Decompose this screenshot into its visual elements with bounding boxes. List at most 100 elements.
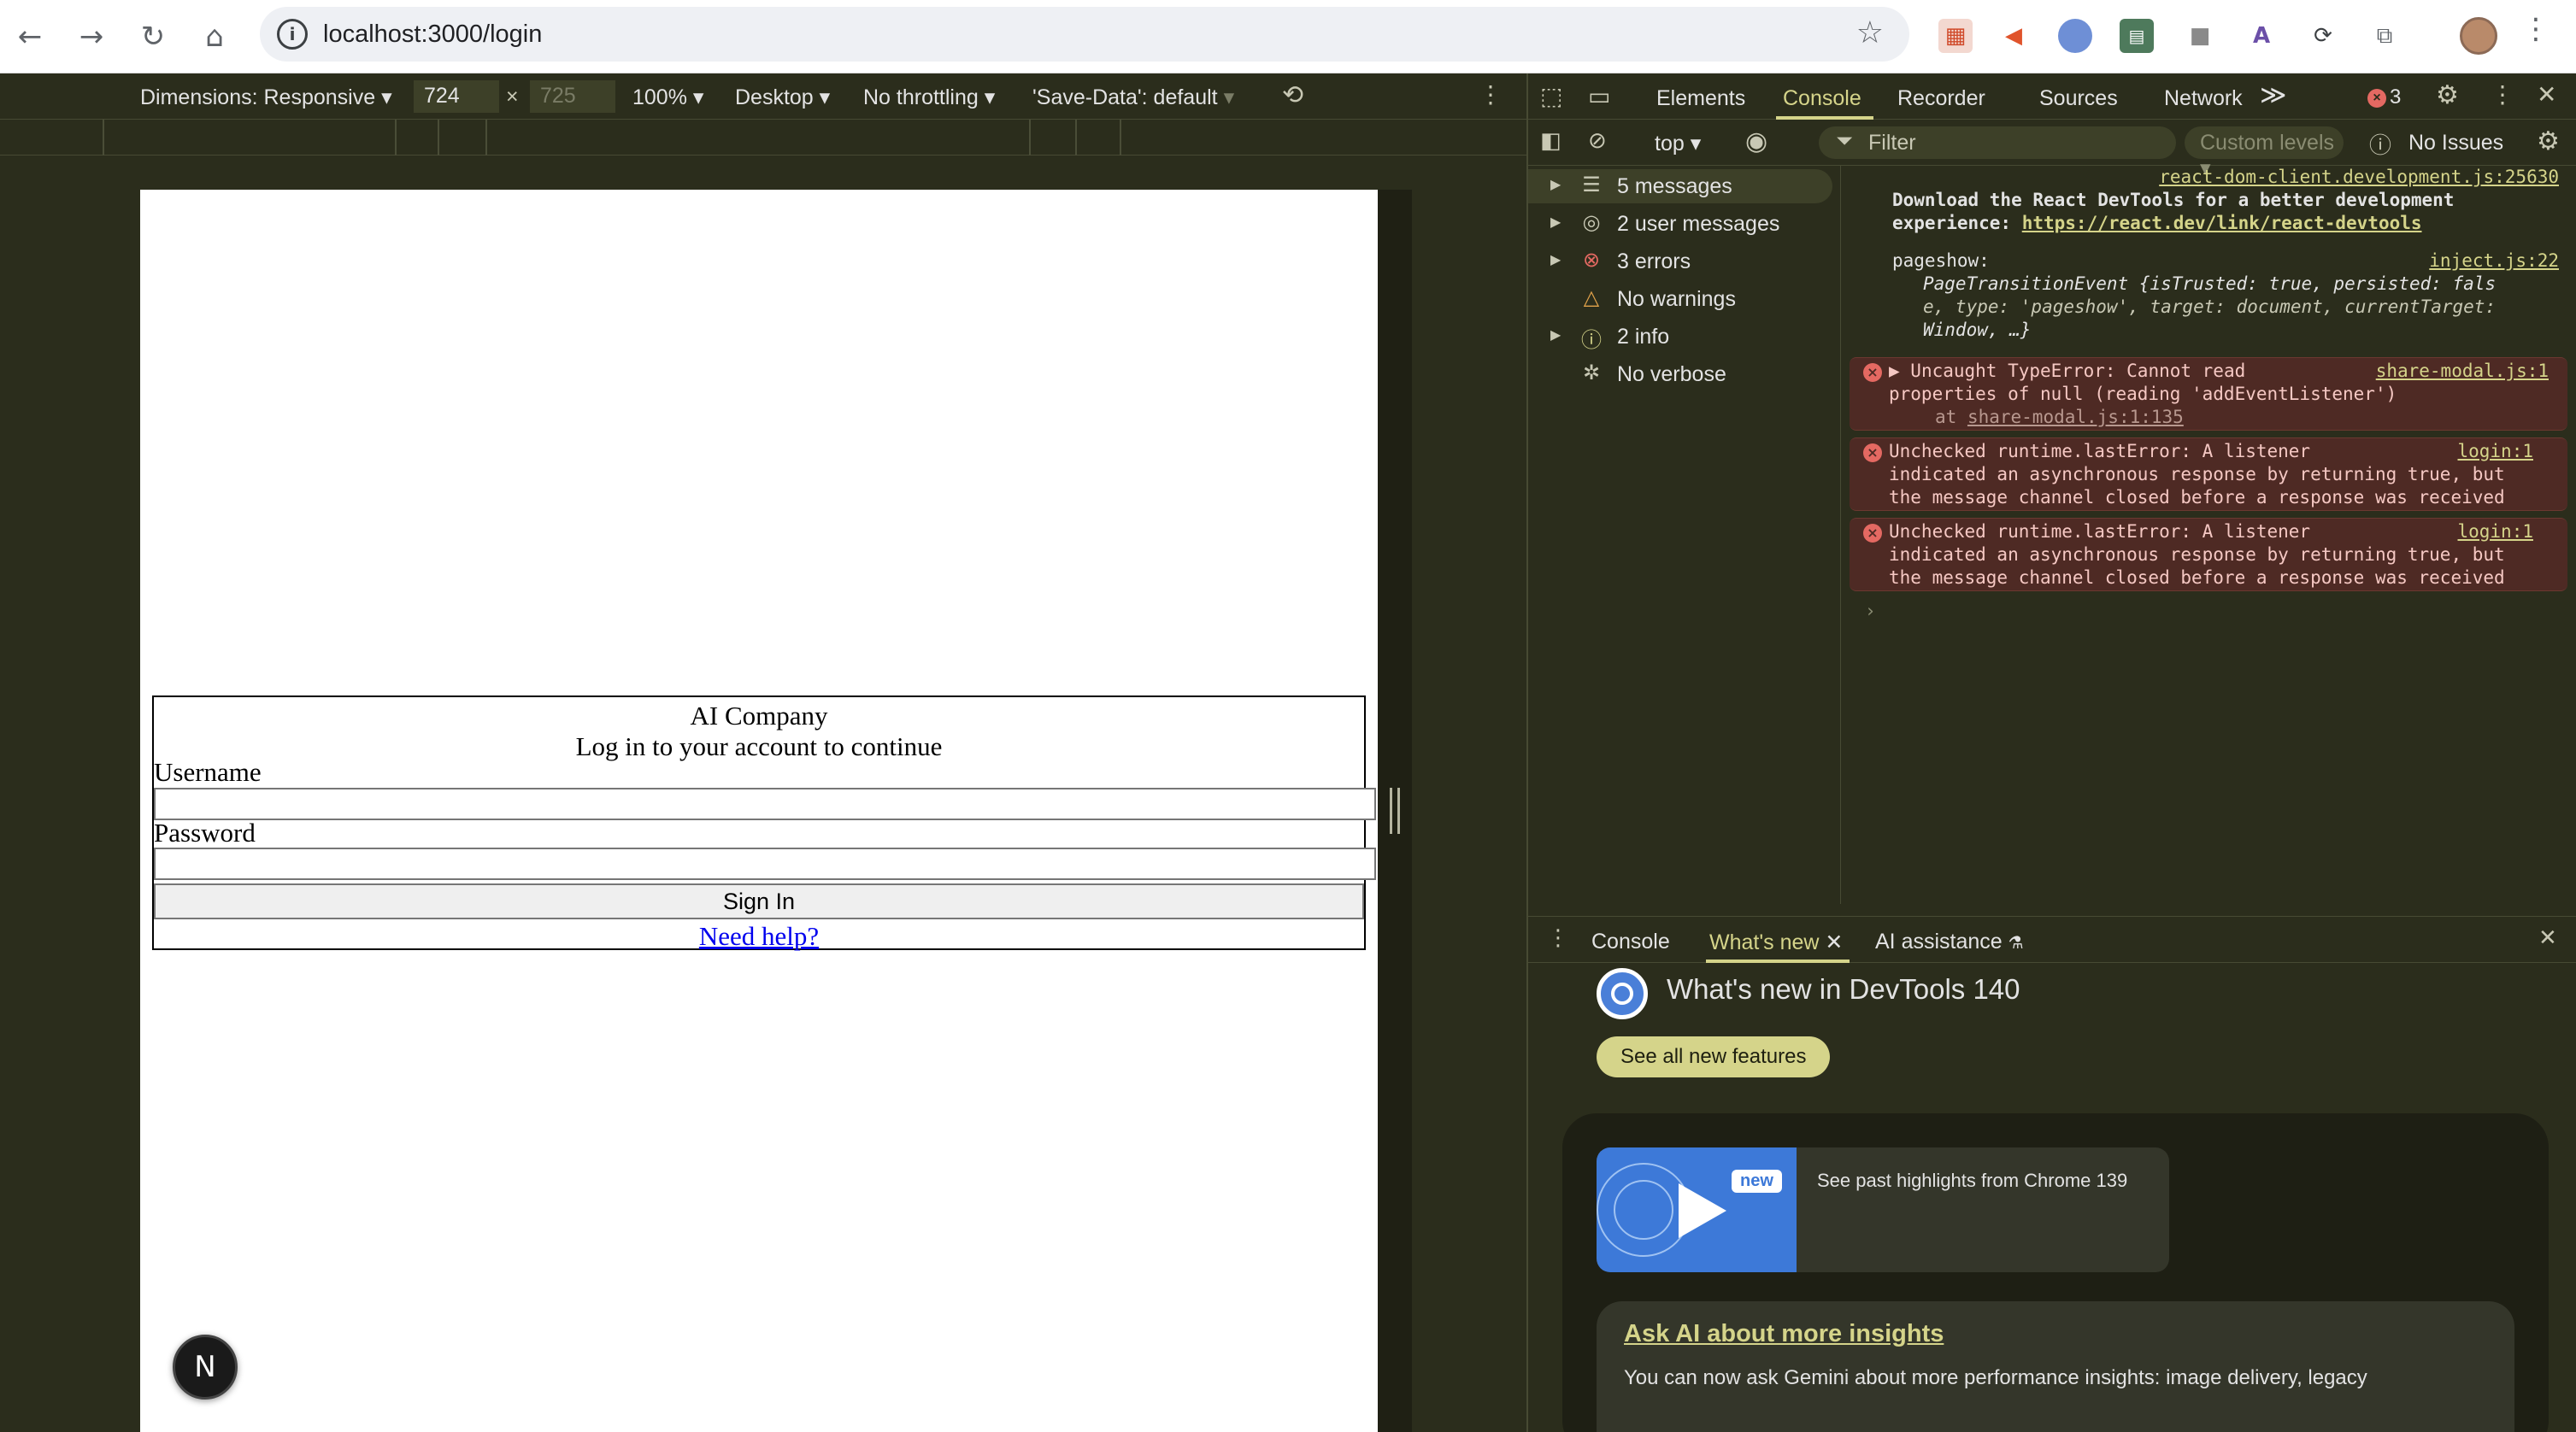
expand-caret-icon[interactable]: ▶ <box>1550 214 1561 230</box>
tab-recorder[interactable]: Recorder <box>1897 86 1985 111</box>
back-icon[interactable]: ← <box>9 15 51 58</box>
inspect-element-icon[interactable]: ⬚ <box>1540 82 1562 110</box>
height-input[interactable]: 725 <box>530 80 615 113</box>
address-bar[interactable]: i localhost:3000/login ☆ <box>260 7 1909 62</box>
site-info-icon[interactable]: i <box>277 19 308 50</box>
source-link[interactable]: share-modal.js:1 <box>2376 360 2549 383</box>
drawer-tab-console[interactable]: Console <box>1591 930 1670 954</box>
dimensions-dropdown[interactable]: Dimensions: Responsive ▾ <box>140 85 392 110</box>
log-levels-dropdown[interactable]: Custom levels ▾ <box>2185 126 2344 180</box>
sidebar-item-messages[interactable]: ▶ ☰ 5 messages <box>1528 169 1832 203</box>
ruler-tick[interactable] <box>1075 120 1077 156</box>
ask-ai-link[interactable]: Ask AI about more insights <box>1624 1320 1944 1348</box>
sidebar-item-user-messages[interactable]: ▶ ◎ 2 user messages <box>1528 207 1841 241</box>
tab-elements[interactable]: Elements <box>1656 86 1745 111</box>
message-object-line[interactable]: e, type: 'pageshow', target: document, c… <box>1923 296 2573 319</box>
expand-caret-icon[interactable]: ▶ <box>1550 251 1561 267</box>
prompt-caret-icon: › <box>1865 601 1876 621</box>
sidebar-item-verbose[interactable]: ✲ No verbose <box>1528 357 1841 391</box>
devtools-menu-icon[interactable]: ⋮ <box>2491 80 2514 109</box>
error-counter-badge[interactable]: × 3 <box>2367 85 2401 109</box>
stack-link[interactable]: share-modal.js:1:135 <box>1967 407 2184 427</box>
live-expression-eye-icon[interactable]: ◉ <box>1745 126 1767 156</box>
close-tab-icon[interactable]: ✕ <box>1825 930 1843 954</box>
throttling-dropdown[interactable]: No throttling ▾ <box>863 85 995 110</box>
sidebar-toggle-icon[interactable]: ◧ <box>1540 128 1561 154</box>
chrome-menu-icon[interactable]: ⋮ <box>2521 12 2550 46</box>
ruler-tick[interactable] <box>1120 120 1121 156</box>
source-link[interactable]: react-dom-client.development.js:25630 <box>2159 166 2559 189</box>
sidebar-item-errors[interactable]: ▶ ⊗ 3 errors <box>1528 244 1841 279</box>
filter-input[interactable]: ⏷ Filter <box>1819 126 2176 159</box>
sidebar-item-warnings[interactable]: △ No warnings <box>1528 282 1841 316</box>
message-object-line[interactable]: PageTransitionEvent {isTrusted: true, pe… <box>1923 273 2573 296</box>
password-input[interactable] <box>154 848 1376 880</box>
message-object-line[interactable]: Window, …} <box>1923 319 2573 342</box>
source-link[interactable]: login:1 <box>2457 520 2533 543</box>
extension-sync-icon[interactable]: ⟳ <box>2306 19 2340 53</box>
ruler-tick[interactable] <box>395 120 397 156</box>
extension-circle-icon[interactable] <box>2058 19 2092 53</box>
close-drawer-icon[interactable]: ✕ <box>2538 925 2557 951</box>
stack-line: at share-modal.js:1:135 <box>1935 406 2576 429</box>
save-data-dropdown[interactable]: 'Save-Data': default ▾ <box>1032 85 1234 110</box>
close-devtools-icon[interactable]: ✕ <box>2537 80 2556 109</box>
log-levels-label: Custom levels <box>2200 131 2334 155</box>
source-link[interactable]: login:1 <box>2457 440 2533 463</box>
clear-console-icon[interactable]: ⊘ <box>1588 128 1607 154</box>
ruler-tick[interactable] <box>485 120 487 156</box>
reload-icon[interactable]: ↻ <box>132 15 174 58</box>
extensions-puzzle-icon[interactable]: ⧉ <box>2367 19 2402 53</box>
forward-icon[interactable]: → <box>70 15 113 58</box>
bookmark-star-icon[interactable]: ☆ <box>1856 15 1884 50</box>
context-dropdown[interactable]: top ▾ <box>1655 131 1701 156</box>
tab-network[interactable]: Network <box>2164 86 2243 111</box>
drawer-menu-icon[interactable]: ⋮ <box>1547 925 1569 951</box>
chrome-devtools-logo-icon <box>1597 968 1648 1019</box>
width-input[interactable]: 724 <box>414 80 499 113</box>
source-link[interactable]: inject.js:22 <box>2429 249 2559 273</box>
username-input[interactable] <box>154 788 1376 820</box>
profile-avatar[interactable] <box>2460 17 2497 55</box>
password-label: Password <box>154 818 256 848</box>
extension-photos-icon[interactable]: ▦ <box>1938 19 1973 53</box>
react-devtools-link[interactable]: https://react.dev/link/react-devtools <box>2022 213 2422 233</box>
expand-caret-icon[interactable]: ▶ <box>1550 326 1561 343</box>
console-prompt[interactable]: › <box>1843 600 2576 625</box>
zoom-dropdown[interactable]: 100% ▾ <box>632 85 703 110</box>
url-text[interactable]: localhost:3000/login <box>323 21 542 49</box>
tab-console[interactable]: Console <box>1783 86 1861 111</box>
ruler-tick[interactable] <box>1029 120 1031 156</box>
see-all-features-button[interactable]: See all new features <box>1597 1036 1831 1077</box>
extension-camera-icon[interactable]: ■ <box>2183 19 2217 53</box>
drawer-tab-whats-new[interactable]: What's new ✕ <box>1709 930 1843 955</box>
console-settings-icon[interactable]: ⚙ <box>2537 126 2560 156</box>
ruler-tick[interactable] <box>103 120 104 156</box>
sidebar-item-info[interactable]: ▶ ⓘ 2 info <box>1528 320 1841 354</box>
need-help-link[interactable]: Need help? <box>154 921 1364 952</box>
settings-gear-icon[interactable]: ⚙ <box>2436 80 2459 110</box>
device-toolbar-more-icon[interactable]: ⋮ <box>1479 80 1503 109</box>
more-tabs-icon[interactable]: ≫ <box>2260 80 2286 110</box>
no-issues-button[interactable]: No Issues <box>2408 131 2503 156</box>
viewport-resize-handle[interactable] <box>1390 788 1400 834</box>
expand-caret-icon[interactable]: ▶ <box>1550 176 1561 192</box>
extension-news-icon[interactable]: ▤ <box>2120 19 2154 53</box>
home-icon[interactable]: ⌂ <box>193 15 236 58</box>
tab-sources[interactable]: Sources <box>2039 86 2118 111</box>
device-type-dropdown[interactable]: Desktop ▾ <box>735 85 830 110</box>
device-toolbar: Dimensions: Responsive ▾ 724 × 725 100% … <box>0 73 1526 120</box>
error-icon: × <box>1863 363 1882 382</box>
extension-megaphone-icon[interactable]: ◀ <box>1997 19 2031 53</box>
browser-toolbar: ← → ↻ ⌂ i localhost:3000/login ☆ ▦ ◀ ▤ ■… <box>0 0 2576 73</box>
ruler-tick[interactable] <box>438 120 439 156</box>
nextjs-dev-indicator-icon[interactable]: N <box>173 1335 238 1400</box>
error-icon: ⊗ <box>1582 248 1601 272</box>
past-highlights-card[interactable]: new See past highlights from Chrome 139 <box>1597 1147 2169 1272</box>
sign-in-button[interactable]: Sign In <box>154 883 1364 919</box>
rotate-icon[interactable]: ⟲ <box>1282 80 1303 110</box>
message-text-line: experience: https://react.dev/link/react… <box>1892 212 2542 235</box>
extension-a-icon[interactable]: A <box>2244 19 2279 53</box>
device-mode-icon[interactable]: ▭ <box>1588 82 1610 110</box>
drawer-tab-ai-assistance[interactable]: AI assistance ⚗ <box>1875 930 2024 954</box>
